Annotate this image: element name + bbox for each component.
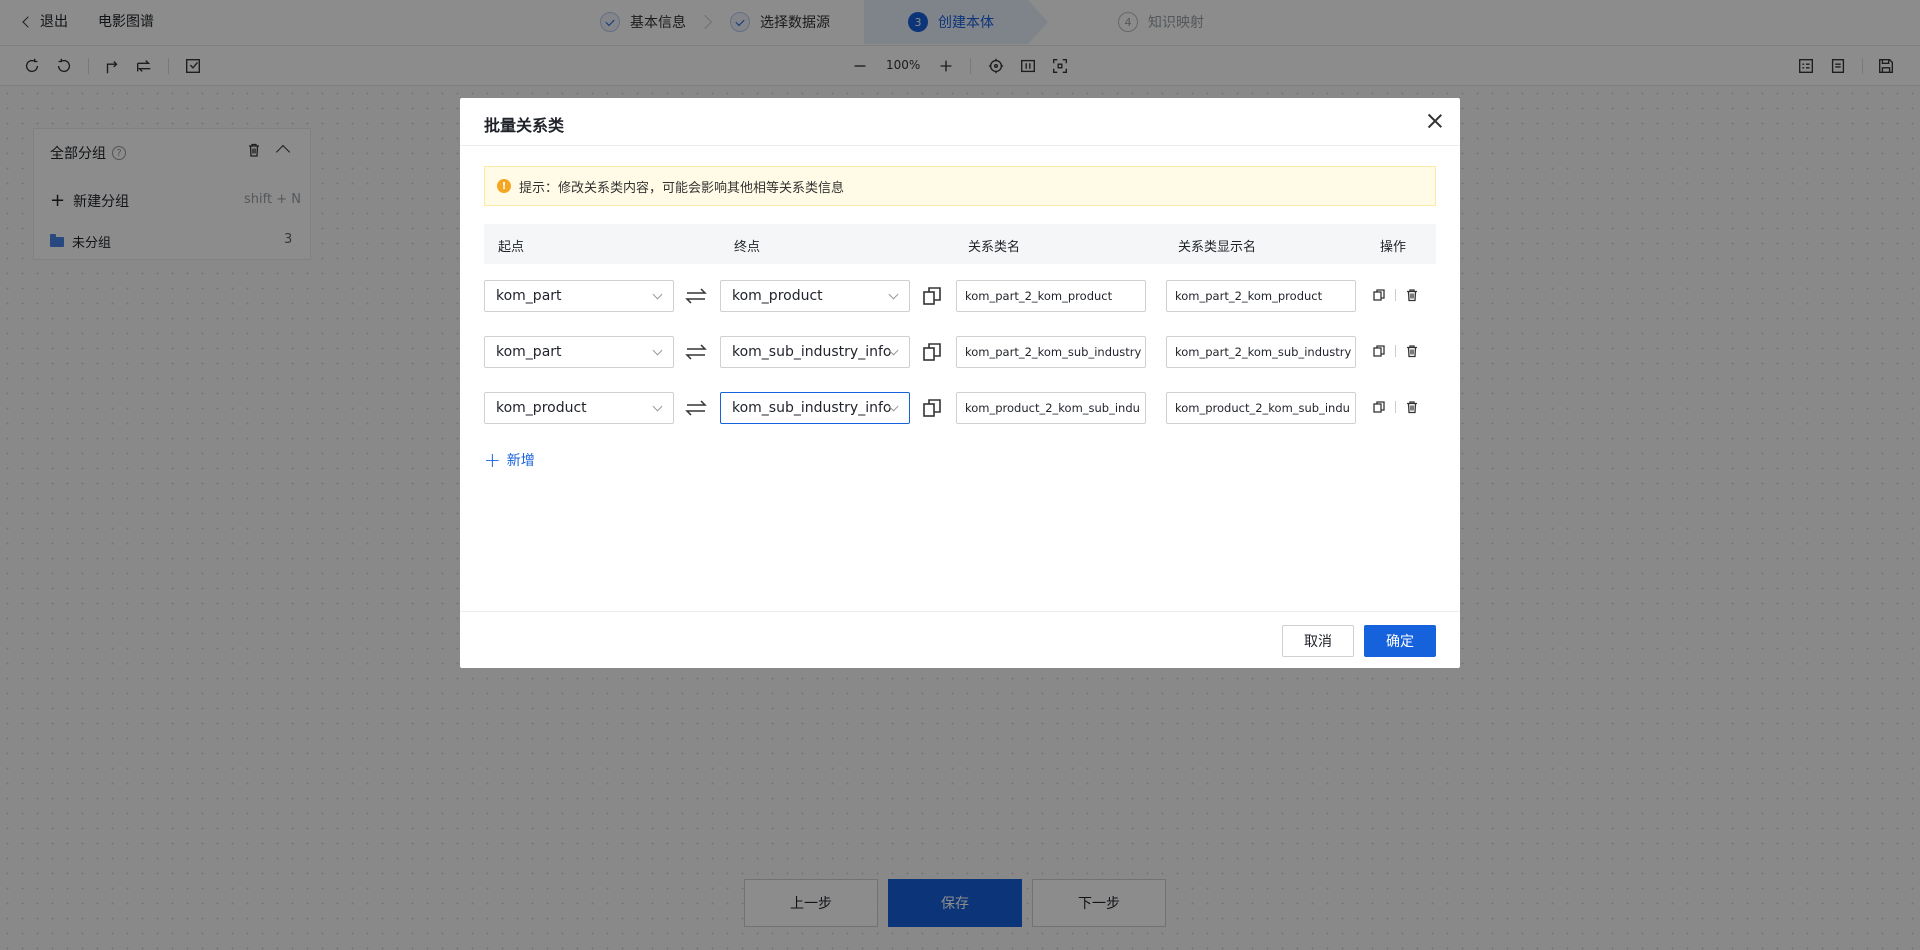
- start-select[interactable]: kom_product: [484, 392, 674, 424]
- table-row: kom_product kom_sub_industry_info kom_pr…: [484, 392, 1436, 426]
- column-display-name: 关系类显示名: [1178, 240, 1257, 255]
- duplicate-icon[interactable]: [1372, 288, 1386, 302]
- start-value: kom_part: [496, 288, 562, 304]
- trash-icon[interactable]: [1405, 288, 1419, 302]
- row-actions: [1372, 288, 1419, 302]
- start-value: kom_part: [496, 344, 562, 360]
- end-select[interactable]: kom_sub_industry_info: [720, 392, 910, 424]
- end-value: kom_product: [732, 288, 823, 304]
- copy-icon[interactable]: [922, 398, 942, 418]
- modal-header-divider: [460, 145, 1460, 146]
- action-divider: [1395, 289, 1396, 301]
- trash-icon[interactable]: [1405, 400, 1419, 414]
- table-row: kom_part kom_product kom_part_2_kom_prod…: [484, 280, 1436, 314]
- relation-name-input[interactable]: kom_product_2_kom_sub_indu: [956, 392, 1146, 424]
- column-start: 起点: [498, 240, 525, 255]
- copy-icon[interactable]: [922, 286, 942, 306]
- start-select[interactable]: kom_part: [484, 280, 674, 312]
- action-divider: [1395, 345, 1396, 357]
- chevron-down-icon: [652, 401, 663, 412]
- chevron-down-icon: [652, 345, 663, 356]
- column-relation-name: 关系类名: [968, 240, 1021, 255]
- start-select[interactable]: kom_part: [484, 336, 674, 368]
- row-actions: [1372, 344, 1419, 358]
- close-icon[interactable]: [1426, 112, 1444, 130]
- plus-icon: +: [484, 448, 501, 472]
- relation-name-input[interactable]: kom_part_2_kom_sub_industry: [956, 336, 1146, 368]
- end-value: kom_sub_industry_info: [732, 344, 892, 360]
- display-name-input[interactable]: kom_part_2_kom_sub_industry: [1166, 336, 1356, 368]
- relation-name-input[interactable]: kom_part_2_kom_product: [956, 280, 1146, 312]
- copy-icon[interactable]: [922, 342, 942, 362]
- column-actions: 操作: [1380, 240, 1407, 255]
- modal-title: 批量关系类: [484, 116, 565, 135]
- end-value: kom_sub_industry_info: [732, 400, 892, 416]
- end-select[interactable]: kom_sub_industry_info: [720, 336, 910, 368]
- chevron-down-icon: [888, 289, 899, 300]
- batch-relation-modal: 批量关系类 ! 提示：修改关系类内容，可能会影响其他相等关系类信息 起点 终点 …: [460, 98, 1460, 668]
- warning-text: 提示：修改关系类内容，可能会影响其他相等关系类信息: [519, 180, 845, 196]
- start-value: kom_product: [496, 400, 587, 416]
- warning-icon: !: [497, 179, 511, 193]
- add-row-label: 新增: [506, 453, 535, 469]
- add-row-button[interactable]: + 新增: [484, 450, 535, 470]
- modal-footer-divider: [460, 611, 1460, 612]
- display-name-input[interactable]: kom_part_2_kom_product: [1166, 280, 1356, 312]
- swap-icon[interactable]: [684, 397, 708, 419]
- row-actions: [1372, 400, 1419, 414]
- confirm-button[interactable]: 确定: [1364, 625, 1436, 657]
- table-row: kom_part kom_sub_industry_info kom_part_…: [484, 336, 1436, 370]
- trash-icon[interactable]: [1405, 344, 1419, 358]
- swap-icon[interactable]: [684, 341, 708, 363]
- chevron-down-icon: [652, 289, 663, 300]
- duplicate-icon[interactable]: [1372, 344, 1386, 358]
- duplicate-icon[interactable]: [1372, 400, 1386, 414]
- display-name-input[interactable]: kom_product_2_kom_sub_indu: [1166, 392, 1356, 424]
- cancel-button[interactable]: 取消: [1282, 625, 1354, 657]
- warning-tip: ! 提示：修改关系类内容，可能会影响其他相等关系类信息: [484, 166, 1436, 206]
- table-header: 起点 终点 关系类名 关系类显示名 操作: [484, 224, 1436, 264]
- end-select[interactable]: kom_product: [720, 280, 910, 312]
- action-divider: [1395, 401, 1396, 413]
- column-end: 终点: [734, 240, 761, 255]
- swap-icon[interactable]: [684, 285, 708, 307]
